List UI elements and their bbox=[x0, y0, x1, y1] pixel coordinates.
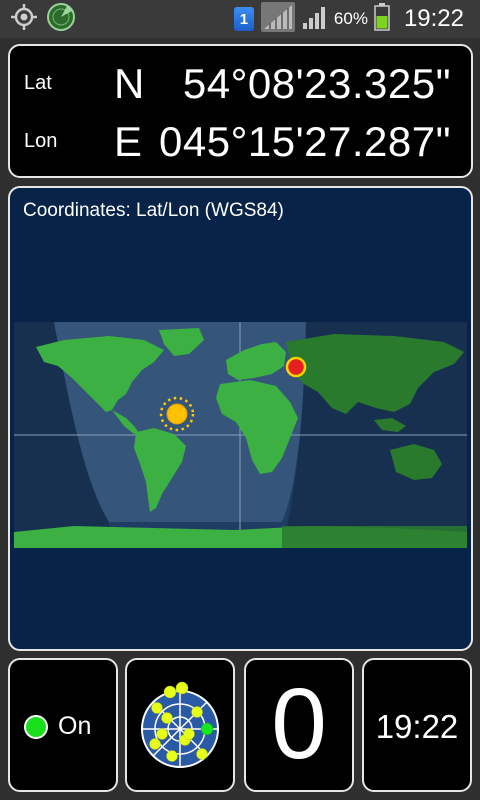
satellite-count: 0 bbox=[271, 668, 327, 780]
clock-panel[interactable]: 19:22 bbox=[362, 658, 472, 792]
world-map-panel[interactable]: Coordinates: Lat/Lon (WGS84) bbox=[8, 186, 473, 651]
gps-icon bbox=[10, 3, 38, 36]
longitude-hemisphere: E bbox=[114, 118, 143, 165]
gps-status-panel[interactable]: On bbox=[8, 658, 118, 792]
longitude-value: 045°15'27.287" bbox=[159, 118, 451, 165]
map-title: Coordinates: Lat/Lon (WGS84) bbox=[23, 200, 284, 221]
world-map[interactable] bbox=[14, 322, 467, 548]
battery-percent: 60% bbox=[333, 9, 368, 28]
signal-icon bbox=[260, 1, 296, 38]
latitude-label: Lat bbox=[24, 72, 52, 94]
latitude-value: 54°08'23.325" bbox=[182, 60, 451, 107]
longitude-label: Lon bbox=[24, 130, 58, 152]
sim-icon: 1 bbox=[233, 7, 254, 31]
status-indicator-icon bbox=[24, 714, 48, 739]
gps-status-text: On bbox=[58, 712, 92, 740]
clock-time: 19:22 bbox=[375, 708, 459, 745]
sky-view-panel[interactable] bbox=[125, 658, 235, 792]
satellite-sky-view bbox=[141, 681, 219, 768]
longitude-row: Lon E 045°15'27.287" bbox=[10, 112, 471, 172]
battery-icon bbox=[374, 2, 390, 36]
signal-icon bbox=[302, 4, 328, 35]
status-bar-time: 19:22 bbox=[403, 5, 464, 32]
status-bar: 1 60% 19:22 bbox=[0, 0, 480, 38]
location-marker bbox=[285, 356, 307, 378]
coordinate-panel[interactable]: Lat N 54°08'23.325" Lon E 045°15'27.287" bbox=[8, 44, 473, 178]
satellite-count-panel[interactable]: 0 bbox=[244, 658, 354, 792]
radar-app-icon bbox=[46, 2, 76, 37]
latitude-row: Lat N 54°08'23.325" bbox=[10, 54, 471, 114]
latitude-hemisphere: N bbox=[114, 60, 145, 107]
